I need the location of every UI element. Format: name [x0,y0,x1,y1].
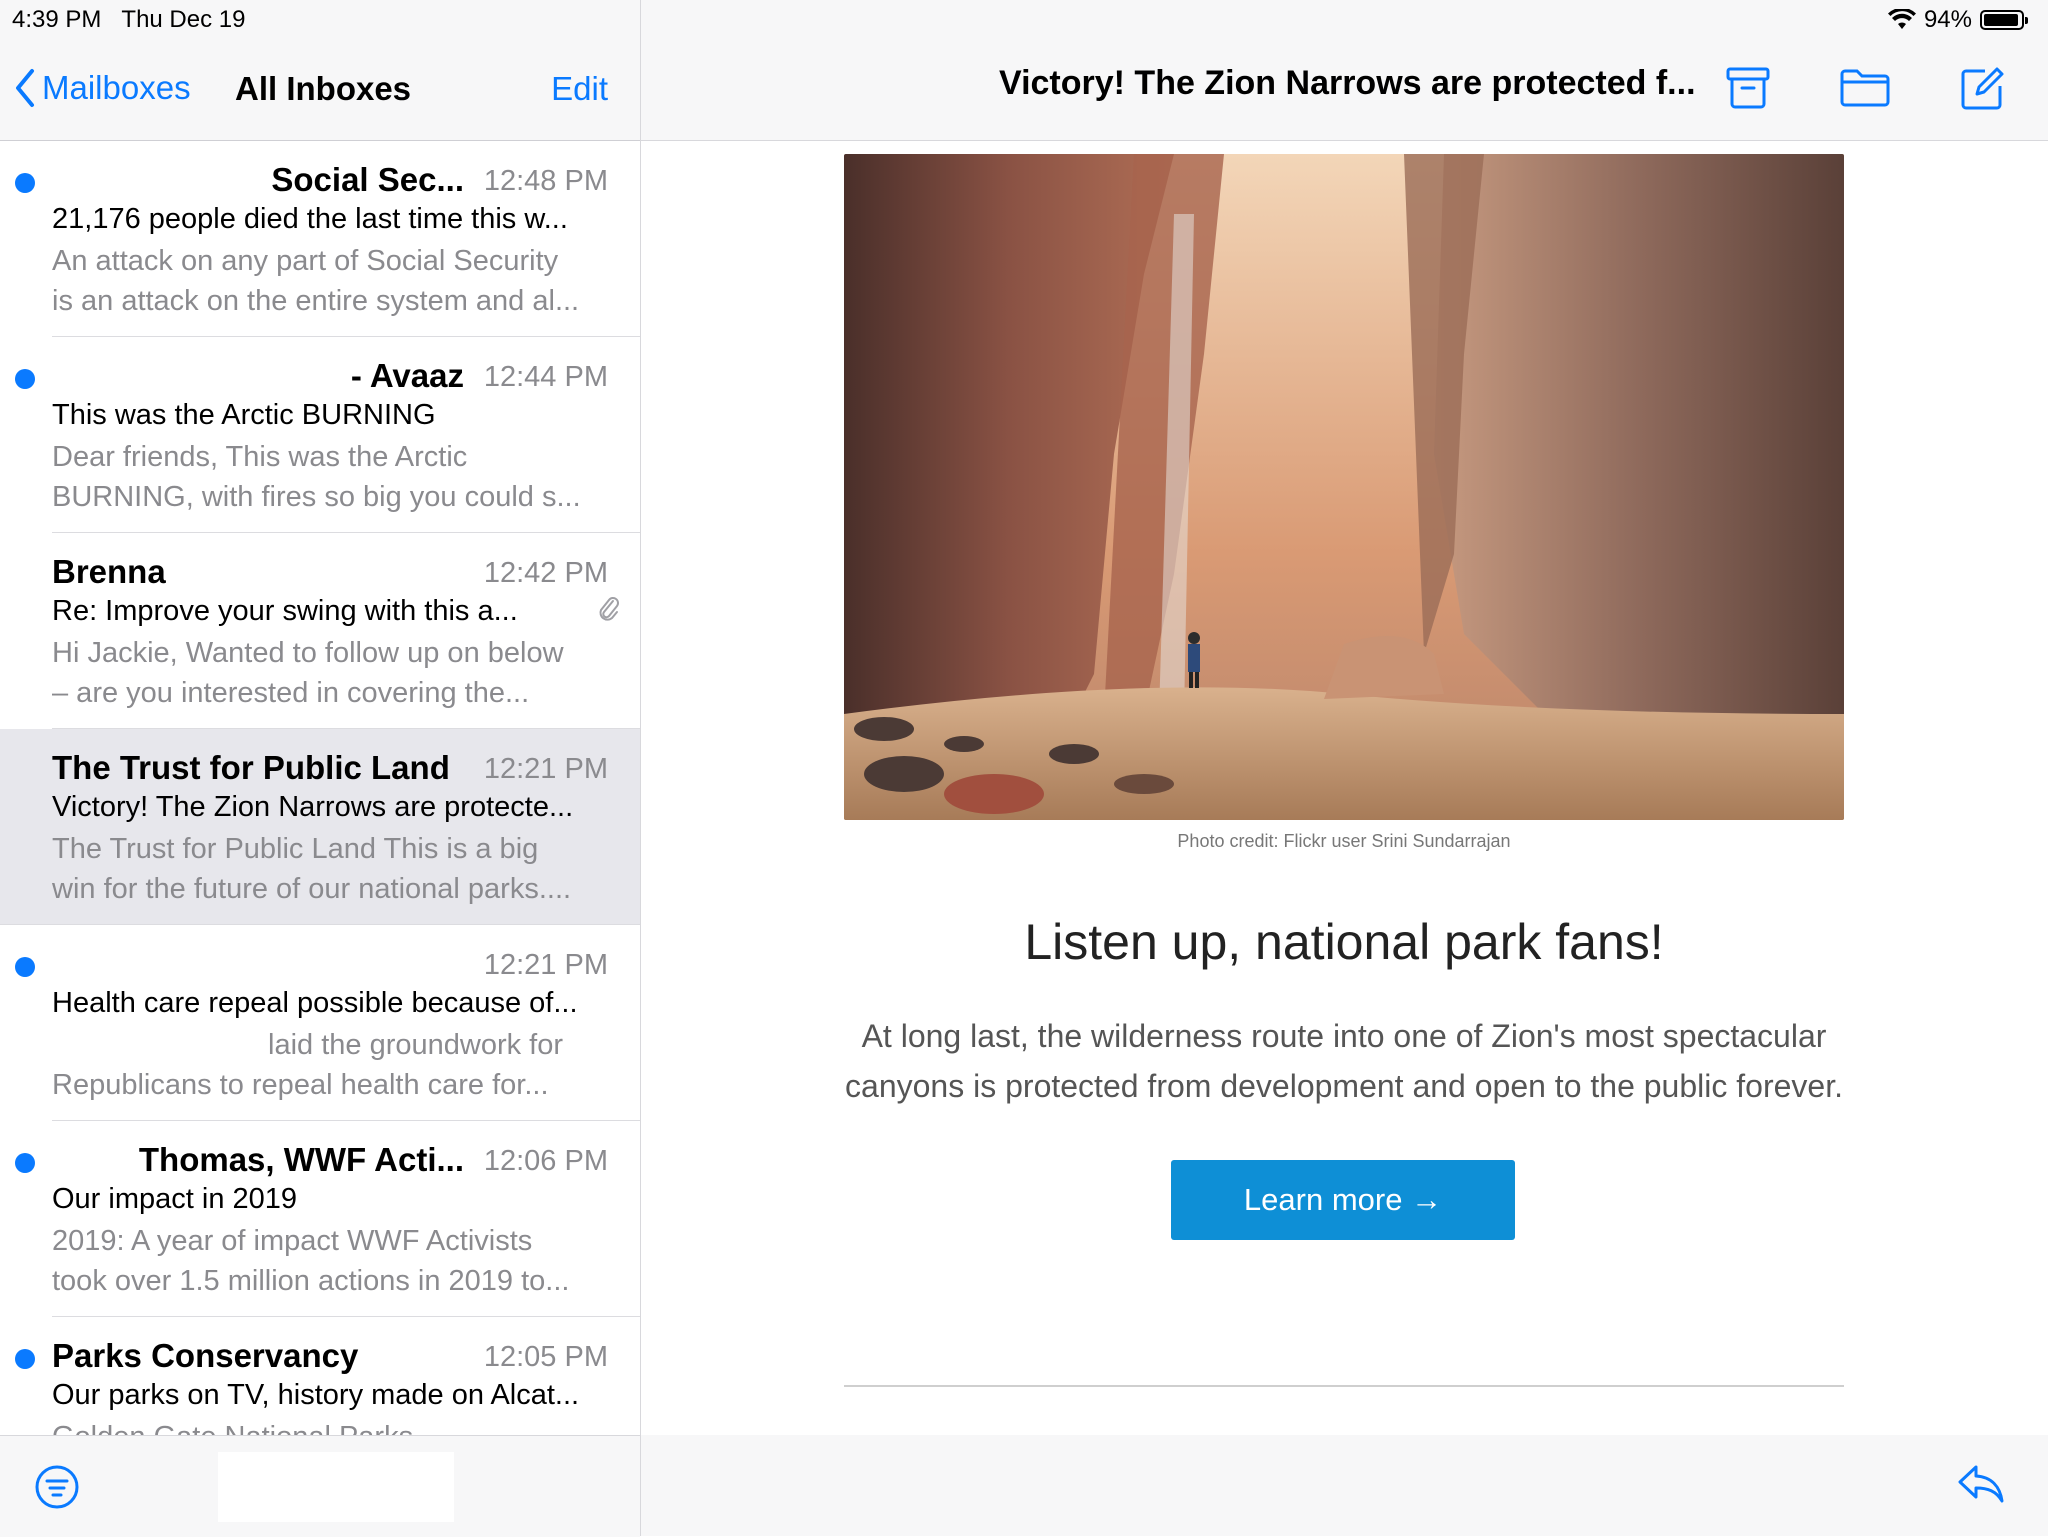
email-body-text: At long last, the wilderness route into … [845,1018,1843,1104]
filter-icon[interactable] [34,1464,80,1510]
wifi-icon [1887,9,1916,29]
message-time: 12:44 PM [483,361,608,393]
list-item[interactable]: 12:21 PM Health care repeal possible bec… [15,925,640,1121]
list-item[interactable]: Brenna 12:42 PM Re: Improve your swing w… [52,533,640,729]
unread-dot [15,369,35,389]
message-preview: The Trust for Public Land This is a big … [52,829,612,909]
message-list[interactable]: Social Sec... 12:48 PM 21,176 people die… [0,141,640,1435]
battery-percent: 94% [1923,6,1972,33]
mailbox-nav-bar: Mailboxes All Inboxes Edit [0,40,640,141]
message-subject: Our parks on TV, history made on Alcat..… [52,1379,580,1411]
message-subject: Re: Improve your swing with this a... [52,595,518,627]
toolbar-status-area [218,1452,454,1522]
message-preview-line: BURNING, with fires so big you could s..… [52,481,581,513]
compose-icon[interactable] [1959,66,2005,112]
status-time: 4:39 PM Thu Dec 19 [12,6,245,34]
list-item[interactable]: Social Sec... 12:48 PM 21,176 people die… [15,141,640,337]
message-preview-line: Republicans to repeal health care for... [52,1069,549,1101]
email-content[interactable]: Photo credit: Flickr user Srini Sundarra… [660,141,2030,1435]
message-preview: Dear friends, This was the Arctic BURNIN… [52,437,612,517]
edit-button[interactable]: Edit [551,70,608,108]
email-toolbar [641,1435,2048,1536]
canyon-hero-image [844,154,1844,820]
message-preview: Hi Jackie, Wanted to follow up on below … [52,633,612,713]
message-preview-line: took over 1.5 million actions in 2019 to… [52,1265,570,1297]
message-time: 12:21 PM [483,753,608,785]
message-preview-line: 2019: A year of impact WWF Activists [52,1225,533,1257]
content-divider [844,1385,1844,1387]
message-preview: Golden Gate National Parks [52,1417,612,1435]
message-sender: Social Sec... [271,161,464,198]
list-item[interactable]: Thomas, WWF Acti... 12:06 PM Our impact … [15,1121,640,1317]
list-item[interactable]: - Avaaz 12:44 PM This was the Arctic BUR… [15,337,640,533]
mailbox-toolbar [0,1435,640,1537]
reply-icon[interactable] [1956,1463,2006,1505]
message-time: 12:21 PM [483,949,608,981]
message-time: 12:42 PM [483,557,608,589]
status-indicators: 94% [1887,6,2028,34]
message-subject: Health care repeal possible because of..… [52,987,578,1019]
archive-icon[interactable] [1725,66,1771,110]
status-bar: 4:39 PM Thu Dec 19 94% [0,0,2048,40]
message-time: 12:05 PM [483,1341,608,1373]
message-preview-line: is an attack on the entire system and al… [52,285,580,317]
chevron-left-icon [16,69,34,107]
back-to-mailboxes-button[interactable]: Mailboxes [14,68,191,108]
message-preview-line: Golden Gate National Parks [52,1421,413,1435]
unread-dot [15,1153,35,1173]
learn-more-button[interactable]: Learn more → [1171,1160,1515,1240]
mailbox-title: All Inboxes [235,70,412,107]
unread-dot [15,1349,35,1369]
message-preview: 2019: A year of impact WWF Activists too… [52,1221,612,1301]
message-preview-line: An attack on any part of Social Security [52,245,559,277]
message-preview-line: win for the future of our national parks… [52,873,572,905]
back-button-label: Mailboxes [42,69,191,106]
message-sender: - Avaaz [350,357,464,394]
message-preview-line: laid the groundwork for [268,1029,563,1061]
message-time: 12:06 PM [483,1145,608,1177]
paperclip-icon [599,597,619,621]
message-sender: Thomas, WWF Acti... [138,1141,464,1178]
battery-fill [1984,14,2018,26]
message-sender: Parks Conservancy [52,1337,359,1374]
message-preview: laid the groundwork for Republicans to r… [52,1025,612,1105]
email-subject-title: Victory! The Zion Narrows are protected … [999,64,1696,102]
list-item-selected[interactable]: The Trust for Public Land 12:21 PM Victo… [0,729,640,925]
message-preview-line: Dear friends, This was the Arctic [52,441,468,473]
message-subject: Victory! The Zion Narrows are protecte..… [52,791,574,823]
unread-dot [15,173,35,193]
mailbox-pane: Mailboxes All Inboxes Edit Social Sec...… [0,0,641,1537]
message-time: 12:48 PM [483,165,608,197]
email-headline: Listen up, national park fans! [1024,914,1664,970]
folder-icon[interactable] [1839,66,1891,108]
message-subject: 21,176 people died the last time this w.… [52,203,568,235]
battery-icon [1980,10,2028,30]
message-preview: An attack on any part of Social Security… [52,241,612,321]
list-item[interactable]: Parks Conservancy 12:05 PM Our parks on … [15,1317,640,1435]
photo-credit: Photo credit: Flickr user Srini Sundarra… [1177,831,1511,851]
message-subject: Our impact in 2019 [52,1183,298,1215]
message-preview-line: – are you interested in covering the... [52,677,530,709]
status-clock: 4:39 PM [12,6,102,33]
status-date: Thu Dec 19 [121,6,246,33]
message-sender: Brenna [52,553,166,590]
unread-dot [15,957,35,977]
message-preview-line: The Trust for Public Land This is a big [52,833,539,865]
message-subject: This was the Arctic BURNING [52,399,436,431]
message-sender: The Trust for Public Land [52,749,450,786]
message-preview-line: Hi Jackie, Wanted to follow up on below [52,637,564,669]
